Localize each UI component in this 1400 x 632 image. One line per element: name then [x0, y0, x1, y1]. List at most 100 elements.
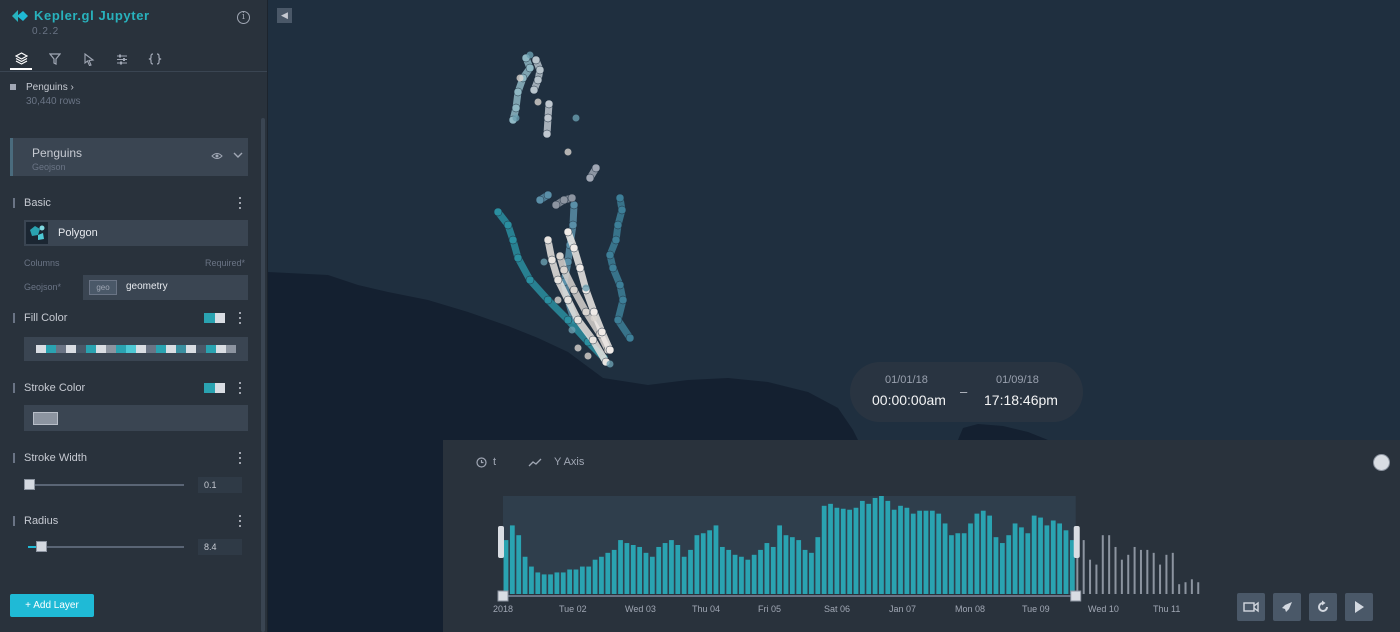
- layer-header[interactable]: Penguins Geojson: [10, 138, 248, 176]
- palette-color-cell: [66, 345, 76, 353]
- histogram-bar: [751, 554, 757, 594]
- kepler-logo-icon: [12, 9, 28, 22]
- histogram-bar: [1133, 546, 1136, 594]
- track-point: [563, 227, 573, 237]
- dataset-row-count: 30,440 rows: [26, 96, 81, 107]
- histogram-bar: [732, 554, 738, 594]
- track-point: [613, 220, 623, 230]
- palette-color-cell: [56, 345, 66, 353]
- panel-tabs: [0, 48, 267, 72]
- track-point: [568, 220, 578, 230]
- stroke-width-input[interactable]: 0.1: [198, 477, 242, 493]
- histogram-bar: [1152, 552, 1155, 594]
- track-point: [543, 235, 553, 245]
- histogram-bar: [675, 545, 681, 594]
- track-point: [606, 360, 614, 368]
- more-options-icon[interactable]: [238, 197, 242, 209]
- more-options-icon[interactable]: [238, 382, 242, 394]
- layer-type-selector[interactable]: Polygon: [24, 220, 248, 246]
- track-point: [585, 173, 595, 183]
- stroke-color-swatch[interactable]: [204, 383, 225, 393]
- section-marker: [13, 313, 15, 323]
- more-options-icon[interactable]: [238, 515, 242, 527]
- stroke-width-slider-track[interactable]: [28, 484, 184, 486]
- histogram-bar: [961, 533, 967, 594]
- fill-color-palette-select[interactable]: [24, 337, 248, 361]
- histogram-bar: [1095, 564, 1098, 594]
- track-point: [525, 63, 535, 73]
- palette-color-cell: [106, 345, 116, 353]
- histogram-bar: [847, 509, 852, 594]
- tab-layers[interactable]: [10, 48, 32, 70]
- palette-color-cell: [146, 345, 156, 353]
- radius-input[interactable]: 8.4: [198, 539, 242, 555]
- histogram-bar: [1063, 530, 1069, 594]
- track-point: [542, 129, 552, 139]
- palette-color-cell: [186, 345, 196, 353]
- histogram-bar: [1114, 546, 1117, 594]
- histogram-bar: [866, 503, 872, 594]
- brand: Kepler.gl Jupyter: [12, 8, 150, 23]
- histogram-bar: [859, 500, 865, 594]
- range-end-handle[interactable]: [1070, 590, 1082, 602]
- histogram-bar: [764, 543, 770, 594]
- track-point: [575, 263, 585, 273]
- chevron-down-icon[interactable]: [233, 151, 243, 159]
- play-icon: [1355, 601, 1364, 613]
- duration-button[interactable]: [1237, 593, 1265, 621]
- tab-interactions[interactable]: [78, 48, 100, 70]
- histogram-bar: [872, 497, 878, 594]
- stroke-color-select[interactable]: [24, 405, 248, 431]
- histogram-bar: [968, 523, 973, 594]
- histogram-bar: [815, 537, 821, 594]
- add-layer-button[interactable]: + Add Layer: [10, 594, 94, 617]
- tab-base-map[interactable]: [111, 48, 133, 70]
- histogram-bar: [719, 546, 725, 594]
- track-point: [572, 114, 580, 122]
- radius-slider-track[interactable]: [28, 546, 184, 548]
- time-axis-tick: Tue 09: [1022, 604, 1050, 614]
- range-start-brush-handle[interactable]: [498, 526, 504, 558]
- stroke-width-slider-handle[interactable]: [24, 479, 35, 490]
- more-options-icon[interactable]: [238, 312, 242, 324]
- track-point: [613, 315, 623, 325]
- histogram-bar: [707, 530, 712, 594]
- track-point: [493, 207, 503, 217]
- track-point: [567, 193, 577, 203]
- radius-slider-handle[interactable]: [36, 541, 47, 552]
- track-point: [569, 200, 579, 210]
- histogram-bar: [1025, 533, 1031, 594]
- histogram-bar: [898, 505, 903, 594]
- reset-button[interactable]: [1309, 593, 1337, 621]
- dataset-name[interactable]: Penguins ›: [26, 82, 74, 93]
- histogram-bar: [917, 510, 922, 594]
- histogram-bar: [1184, 582, 1187, 594]
- histogram-bar: [662, 543, 668, 594]
- tab-filters[interactable]: [44, 48, 66, 70]
- track-point: [513, 253, 523, 263]
- collapse-side-panel-button[interactable]: ◀: [277, 8, 292, 23]
- more-options-icon[interactable]: [238, 452, 242, 464]
- histogram-bar: [535, 572, 541, 594]
- color-palette-strip: [36, 345, 236, 353]
- fill-color-swatch[interactable]: [204, 313, 225, 323]
- histogram-bar: [1146, 549, 1149, 594]
- range-start-handle[interactable]: [497, 590, 509, 602]
- speed-button[interactable]: [1273, 593, 1301, 621]
- histogram-bar: [942, 523, 948, 594]
- info-icon[interactable]: i: [237, 11, 250, 24]
- side-panel-scrollbar[interactable]: [261, 118, 265, 632]
- geojson-field-select[interactable]: geo geometry: [83, 275, 248, 300]
- play-button[interactable]: [1345, 593, 1373, 621]
- eye-icon[interactable]: [211, 152, 223, 160]
- tab-config[interactable]: [144, 48, 166, 70]
- histogram-bar: [834, 507, 840, 594]
- track-point: [608, 263, 618, 273]
- histogram-bar: [1165, 554, 1168, 594]
- range-end-brush-handle[interactable]: [1073, 526, 1080, 558]
- histogram-bar: [694, 535, 700, 594]
- track-point: [526, 51, 534, 59]
- histogram-bar: [821, 505, 827, 594]
- histogram-bar: [910, 513, 916, 594]
- histogram-bar: [1006, 535, 1012, 594]
